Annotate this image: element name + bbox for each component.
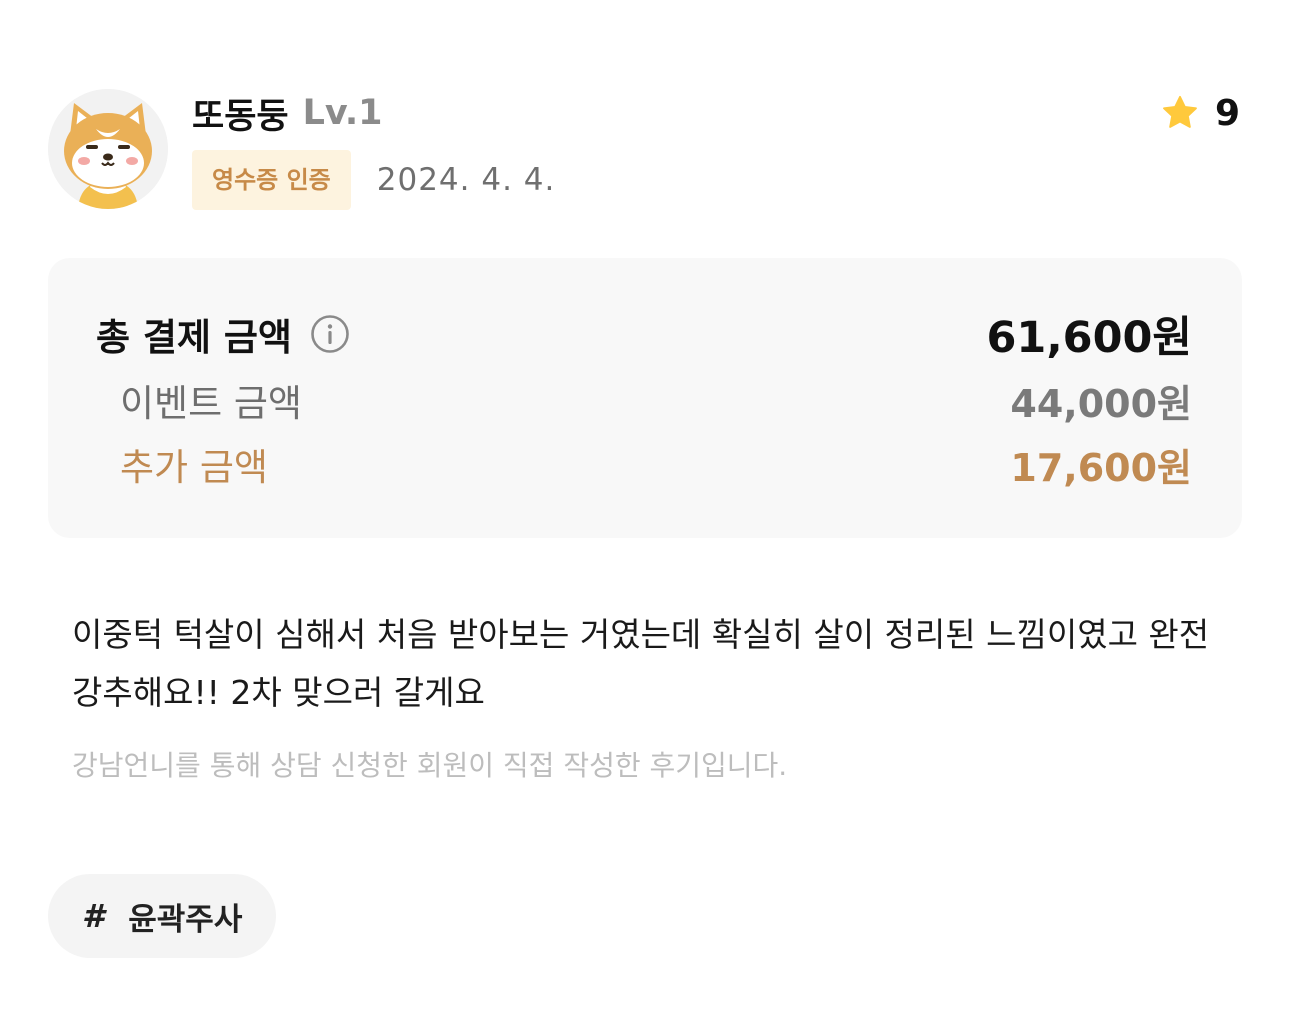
hashtag-icon: # — [82, 897, 105, 935]
rating: 9 — [1161, 90, 1240, 136]
star-icon — [1161, 95, 1199, 131]
hashtag-label: 윤곽주사 — [128, 901, 243, 938]
total-price-row: 총 결제 금액 61,600원 — [96, 306, 1193, 363]
nickname-row: 또동둥 Lv.1 — [192, 88, 383, 138]
total-price-value: 61,600원 — [986, 313, 1193, 363]
review-date: 2024. 4. 4. — [376, 162, 556, 198]
review-disclaimer: 강남언니를 통해 상담 신청한 회원이 직접 작성한 후기입니다. — [72, 749, 788, 782]
hashtag-chip[interactable]: # 윤곽주사 — [48, 874, 277, 958]
receipt-verified-badge: 영수증 인증 — [192, 150, 351, 210]
review-header: 또동둥 Lv.1 영수증 인증 2024. 4. 4. 9 — [48, 88, 1242, 210]
price-summary-card: 총 결제 금액 61,600원 이벤트 금액 44,000원 추가 금액 17,… — [48, 258, 1242, 538]
extra-price-row: 추가 금액 17,600원 — [96, 436, 1192, 492]
review-meta: 영수증 인증 2024. 4. 4. — [192, 150, 555, 210]
info-icon[interactable] — [310, 314, 350, 354]
event-price-row: 이벤트 금액 44,000원 — [96, 372, 1192, 428]
extra-price-label: 추가 금액 — [120, 446, 268, 489]
rating-value: 9 — [1214, 92, 1240, 134]
shiba-dog-avatar-icon[interactable] — [48, 89, 168, 209]
nickname[interactable]: 또동둥 — [192, 88, 289, 139]
user-level: Lv.1 — [302, 93, 383, 133]
review-text: 이중턱 턱살이 심해서 처음 받아보는 거였는데 확실히 살이 정리된 느낌이였… — [72, 615, 1210, 712]
event-price-label: 이벤트 금액 — [120, 382, 302, 425]
total-price-label-group: 총 결제 금액 — [96, 307, 350, 361]
event-price-value: 44,000원 — [1010, 381, 1192, 426]
extra-price-value: 17,600원 — [1010, 445, 1192, 490]
total-price-label: 총 결제 금액 — [96, 316, 292, 359]
